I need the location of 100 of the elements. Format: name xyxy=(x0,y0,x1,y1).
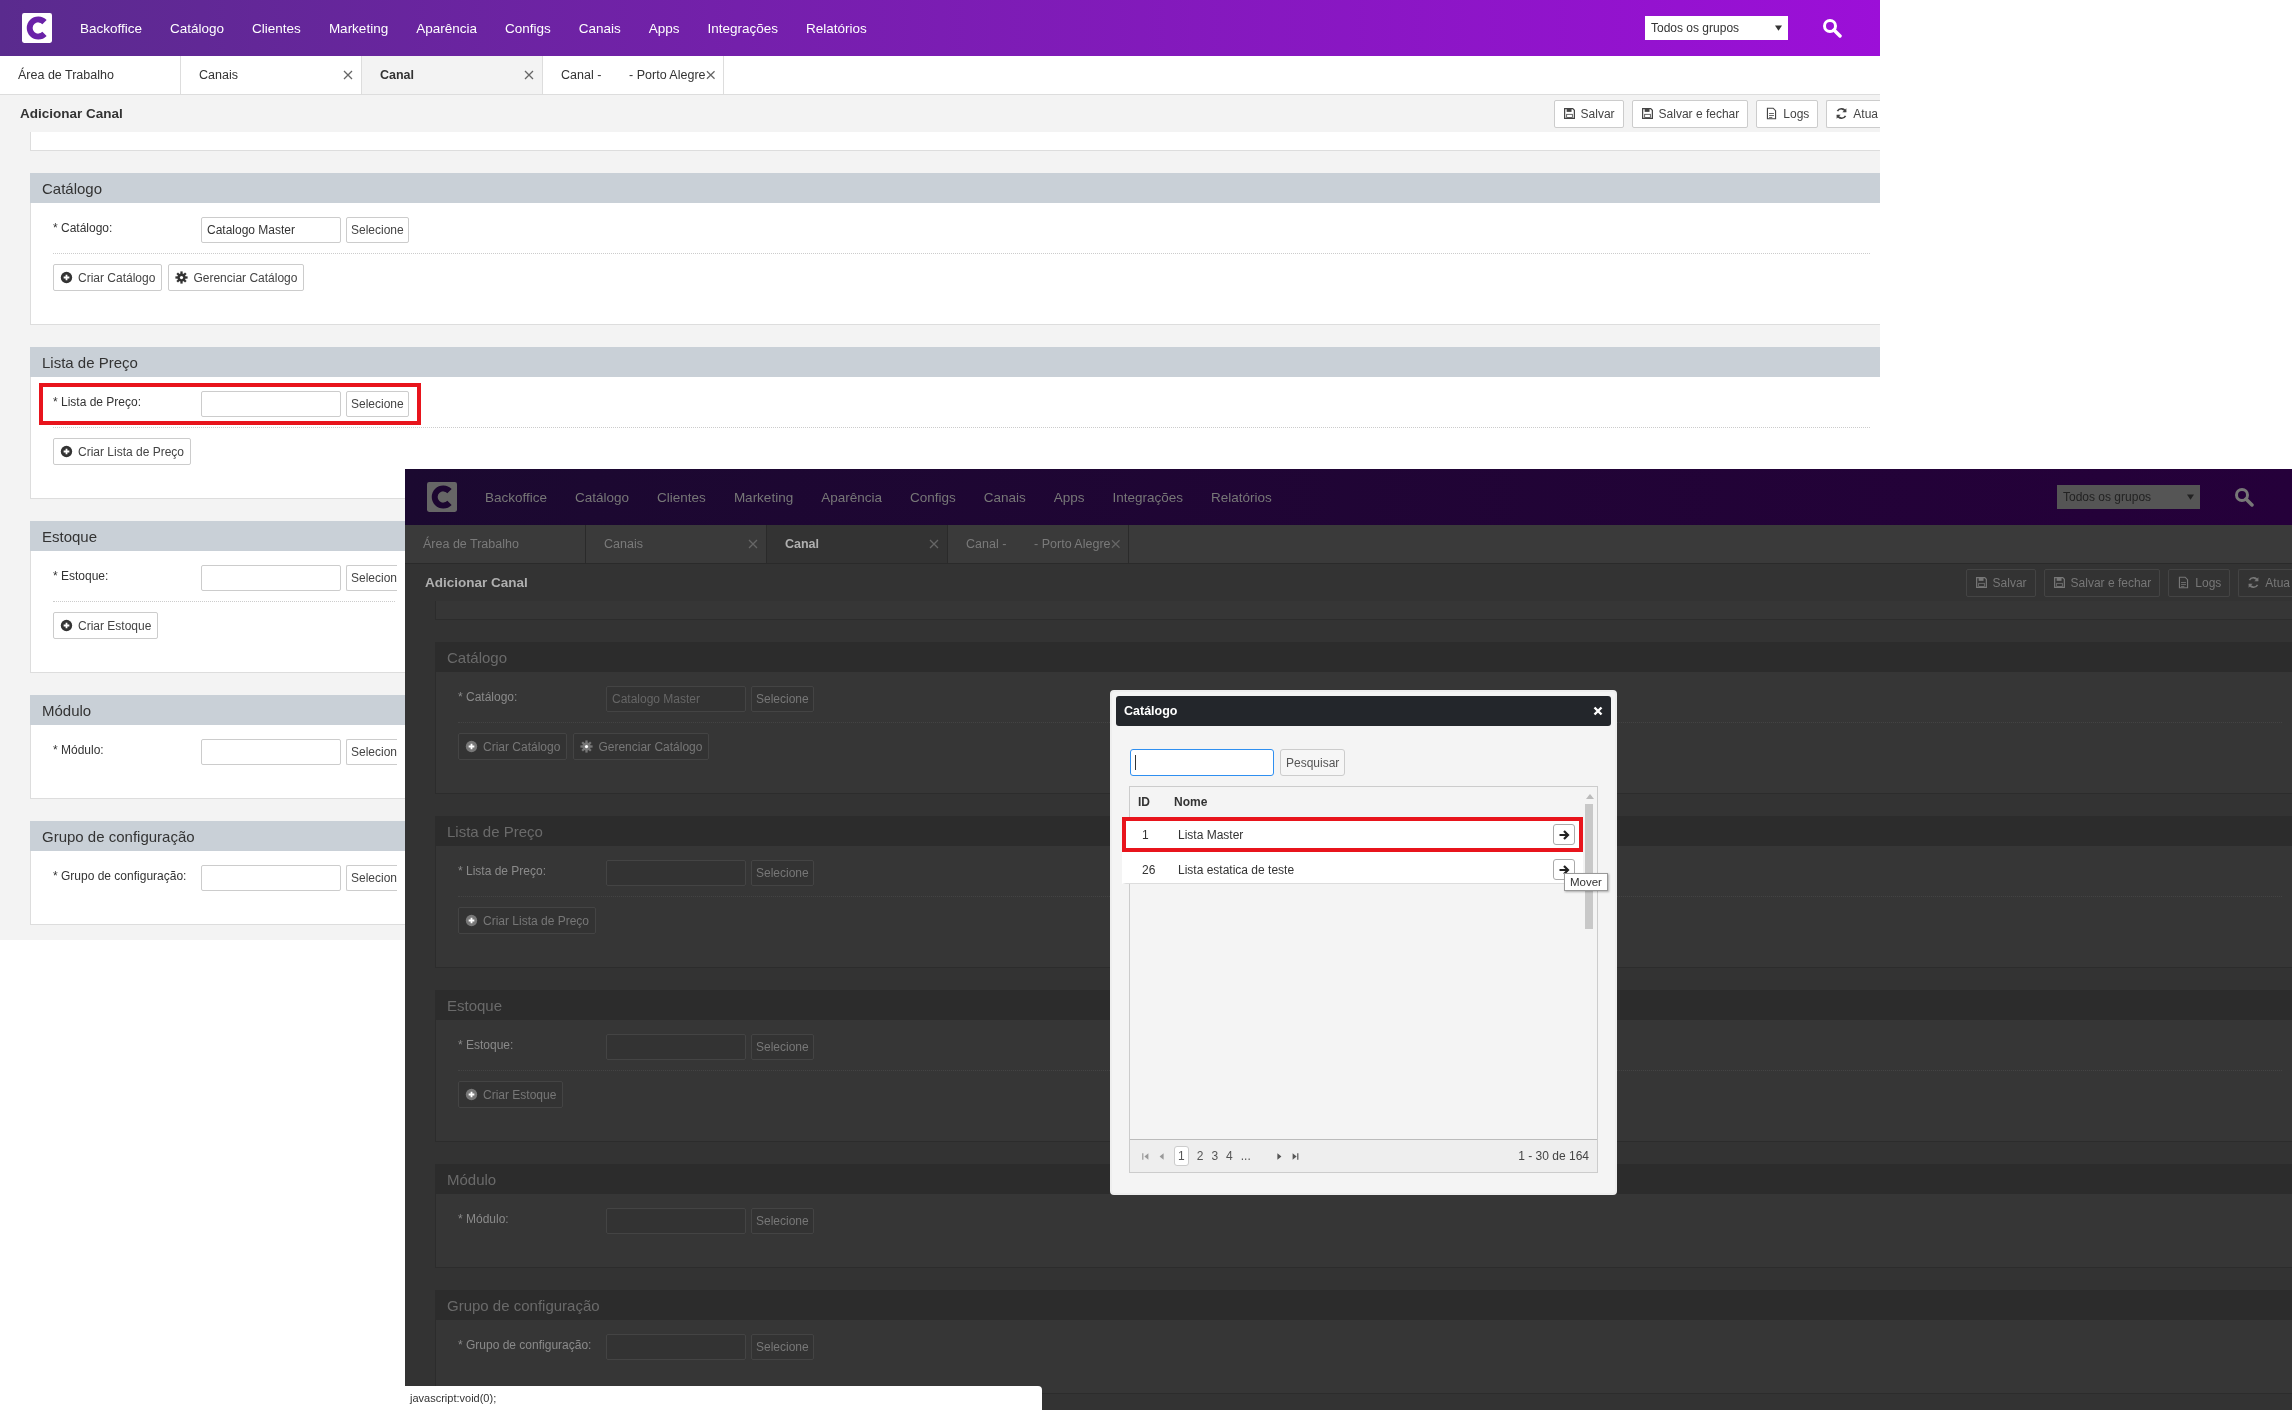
nav-menu-item[interactable]: Clientes xyxy=(252,20,301,36)
nav-menu-item[interactable]: Configs xyxy=(504,20,551,36)
table-cell-text: 1 xyxy=(1141,827,1150,842)
plus-circle-icon xyxy=(465,914,478,927)
settings-icon xyxy=(175,271,189,284)
toolbar-button[interactable]: Logs xyxy=(1756,99,1819,128)
section-header: Lista de Preço xyxy=(30,347,1880,377)
logo-icon[interactable] xyxy=(22,13,52,43)
nav-menu-item[interactable]: Relatórios xyxy=(806,20,867,36)
select-button[interactable]: Selecione xyxy=(346,217,409,243)
table-cell-text: 26 xyxy=(1141,862,1157,877)
table-row[interactable]: 1 Lista Master xyxy=(1122,817,1583,852)
field-label: * Lista de Preço: xyxy=(458,863,548,878)
column-header: Nome xyxy=(1174,795,1208,809)
dialog-title: Catálogo xyxy=(1124,704,1178,718)
table-cell-text: Lista Master xyxy=(1178,827,1245,842)
document-icon xyxy=(1765,107,1779,120)
plus-circle-icon xyxy=(60,445,73,458)
action-button[interactable]: Gerenciar Catálogo xyxy=(168,264,305,291)
page-link[interactable]: 4 xyxy=(1226,1149,1233,1163)
refresh-icon xyxy=(1835,107,1849,120)
settings-icon xyxy=(580,740,594,753)
next-page-icon[interactable] xyxy=(1274,1151,1283,1161)
section-header: Grupo de configuração xyxy=(435,1290,2292,1320)
previous-page-icon[interactable] xyxy=(1158,1151,1166,1161)
field-label: * Lista de Preço: xyxy=(53,394,143,409)
page-title: Adicionar Canal xyxy=(20,106,123,121)
nav-menu-item[interactable]: Catálogo xyxy=(170,20,225,36)
field-label: * Grupo de configuração: xyxy=(53,868,188,883)
tab[interactable]: Canal - - Porto Alegre xyxy=(543,56,724,94)
field-label: * Módulo: xyxy=(458,1211,510,1226)
nav-menu-item[interactable]: Apps xyxy=(648,20,680,36)
nav-menu-item[interactable]: Clientes xyxy=(657,489,706,505)
nav-menu-item[interactable]: Marketing xyxy=(328,20,389,36)
nav-menu-item[interactable]: Apps xyxy=(1053,489,1085,505)
status-bar: javascript:void(0); xyxy=(405,1386,1042,1410)
document-icon xyxy=(2177,576,2191,589)
last-page-icon[interactable] xyxy=(1290,1151,1299,1161)
select-button[interactable]: Selecion xyxy=(346,865,398,891)
action-button[interactable]: Criar Catálogo xyxy=(53,264,163,291)
plus-circle-icon xyxy=(60,619,73,632)
plus-circle-icon xyxy=(60,271,73,284)
column-header: ID xyxy=(1137,795,1151,809)
toolbar-button[interactable]: Salvar xyxy=(1553,99,1624,128)
section-header: Módulo xyxy=(30,695,405,725)
group-select[interactable]: Todos os grupos xyxy=(1645,16,1788,40)
search-icon[interactable] xyxy=(1822,18,1842,38)
field-label: * Estoque: xyxy=(458,1037,515,1052)
action-button[interactable]: Criar Estoque xyxy=(53,612,159,639)
search-icon[interactable] xyxy=(2234,487,2254,507)
nav-menu-item[interactable]: Canais xyxy=(578,20,621,36)
nav-menu-item[interactable]: Backoffice xyxy=(485,489,548,505)
tab[interactable]: Canal xyxy=(767,525,948,563)
nav-menu-item[interactable]: Backoffice xyxy=(80,20,143,36)
nav-menu-item[interactable]: Catálogo xyxy=(575,489,630,505)
select-button[interactable]: Selecion xyxy=(346,739,398,765)
nav-menu-item[interactable]: Canais xyxy=(983,489,1026,505)
search-button[interactable]: Pesquisar xyxy=(1280,749,1346,776)
arrow-right-icon xyxy=(1558,863,1570,876)
caret-icon xyxy=(1775,25,1782,31)
tab[interactable]: Área de Trabalho xyxy=(0,56,181,94)
nav-menu-item[interactable]: Integrações xyxy=(1112,489,1184,505)
nav-menu-item[interactable]: Integrações xyxy=(707,20,779,36)
toolbar-button[interactable]: Salvar e fechar xyxy=(1631,99,1749,128)
nav-menu-item[interactable]: Marketing xyxy=(733,489,794,505)
table-cell-text: Lista estatica de teste xyxy=(1178,862,1296,877)
section-header: Grupo de configuração xyxy=(30,821,405,851)
section-header: Catálogo xyxy=(435,642,2292,672)
tab[interactable]: Canal xyxy=(362,56,543,94)
plus-circle-icon xyxy=(465,740,478,753)
move-button[interactable] xyxy=(1553,824,1575,845)
input-field[interactable]: Catalogo Master xyxy=(201,217,341,243)
field-label: * Catálogo: xyxy=(53,220,114,235)
field-label: * Catálogo: xyxy=(458,689,519,704)
field-label: * Grupo de configuração: xyxy=(458,1337,593,1352)
arrow-right-icon xyxy=(1558,828,1570,841)
select-button[interactable]: Selecion xyxy=(346,565,398,591)
nav-menu-item[interactable]: Configs xyxy=(909,489,956,505)
toolbar-button[interactable]: Atua xyxy=(1826,99,1880,128)
section-header: Catálogo xyxy=(30,173,1880,203)
field-label: * Estoque: xyxy=(53,568,110,583)
nav-menu-item[interactable]: Aparência xyxy=(821,489,882,505)
page-link[interactable]: 1 xyxy=(1174,1146,1189,1166)
caret-icon xyxy=(2187,494,2194,500)
tooltip: Mover xyxy=(1564,873,1608,891)
refresh-icon xyxy=(2247,576,2261,589)
plus-circle-icon xyxy=(465,1088,478,1101)
page-link[interactable]: 3 xyxy=(1211,1149,1219,1163)
search-field[interactable] xyxy=(1130,749,1274,776)
page-link[interactable]: 2 xyxy=(1196,1149,1204,1163)
page-title: Adicionar Canal xyxy=(425,575,528,590)
first-page-icon[interactable] xyxy=(1142,1151,1150,1161)
select-button[interactable]: Selecione xyxy=(346,391,409,417)
page-link[interactable]: ... xyxy=(1240,1149,1251,1163)
page-range: 1 - 30 de 164 xyxy=(1518,1149,1589,1163)
nav-menu-item[interactable]: Aparência xyxy=(416,20,477,36)
section-header: Estoque xyxy=(30,521,405,551)
action-button[interactable]: Criar Lista de Preço xyxy=(53,438,192,465)
field-label: * Módulo: xyxy=(53,742,105,757)
nav-menu-item[interactable]: Relatórios xyxy=(1211,489,1272,505)
